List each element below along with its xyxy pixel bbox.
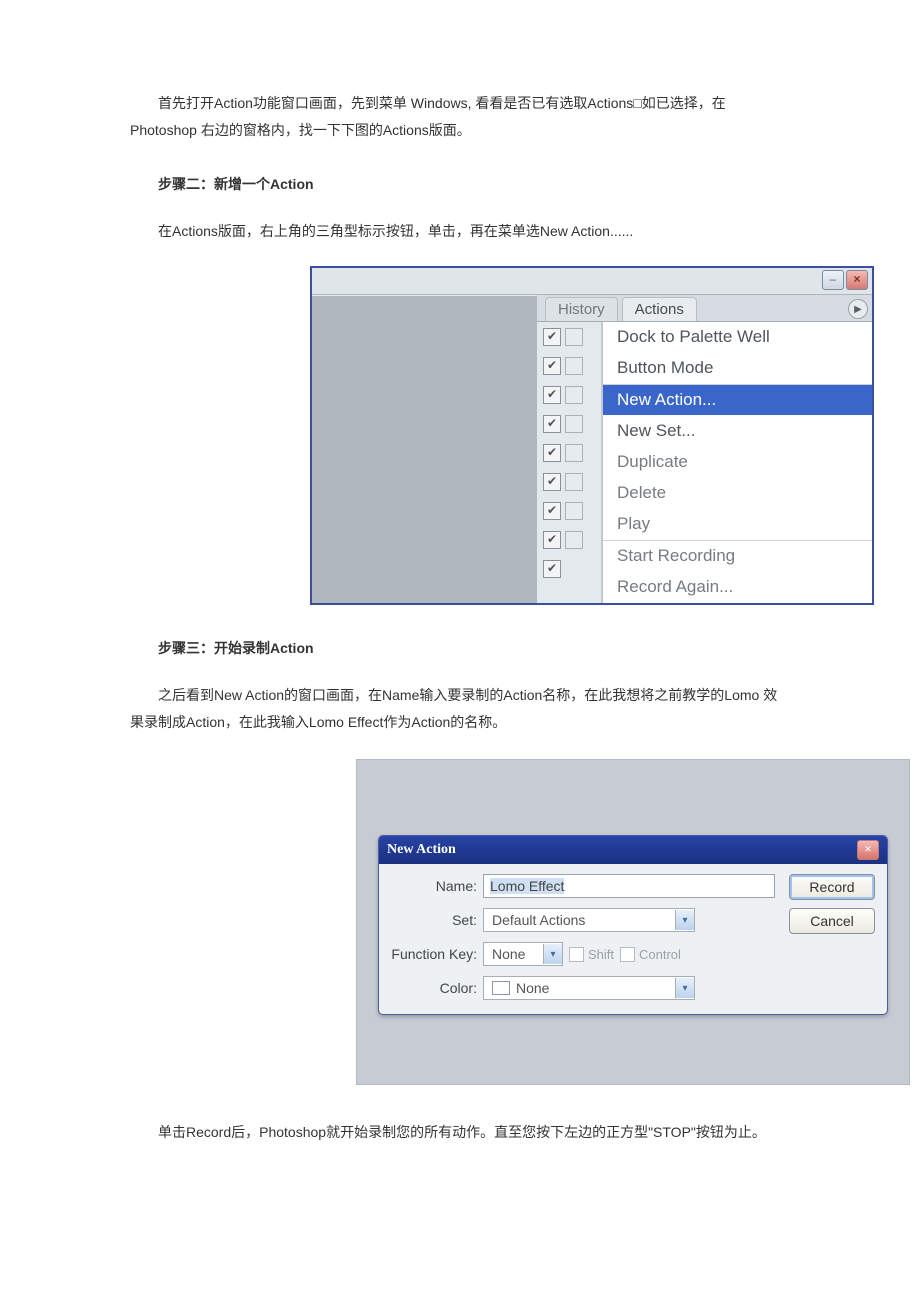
paragraph-outro: 单击Record后，Photoshop就开始录制您的所有动作。直至您按下左边的正… <box>130 1119 790 1146</box>
toggle-icon[interactable] <box>565 386 583 404</box>
check-icon[interactable]: ✔ <box>543 386 561 404</box>
menu-duplicate: Duplicate <box>603 447 872 478</box>
panel-menu-icon[interactable]: ▶ <box>848 299 868 319</box>
check-icon[interactable]: ✔ <box>543 502 561 520</box>
color-value: None <box>516 980 549 996</box>
label-function-key: Function Key: <box>391 946 483 962</box>
menu-button-mode[interactable]: Button Mode <box>603 353 872 384</box>
step-2-title: 步骤二：新增一个Action <box>130 171 790 198</box>
toggle-icon[interactable] <box>565 328 583 346</box>
tab-history[interactable]: History <box>545 297 618 321</box>
toggle-icon[interactable] <box>565 444 583 462</box>
tab-actions[interactable]: Actions <box>622 297 697 321</box>
cancel-button[interactable]: Cancel <box>789 908 875 934</box>
panel-empty-area <box>312 296 537 603</box>
toggle-icon[interactable] <box>565 473 583 491</box>
figure-actions-panel: – × History Actions ▶ ✔ ✔ ✔ ✔ ✔ ✔ ✔ <box>310 266 874 605</box>
label-name: Name: <box>391 878 483 894</box>
close-icon[interactable]: × <box>846 270 868 290</box>
dialog-titlebar: New Action × <box>379 836 887 864</box>
checkbox-icon <box>620 947 635 962</box>
control-checkbox: Control <box>620 947 681 962</box>
panel-tab-bar: History Actions ▶ <box>537 295 872 322</box>
shift-checkbox: Shift <box>569 947 614 962</box>
function-key-value: None <box>484 946 543 962</box>
check-icon[interactable]: ✔ <box>543 531 561 549</box>
check-icon[interactable]: ✔ <box>543 328 561 346</box>
check-icon[interactable]: ✔ <box>543 444 561 462</box>
menu-new-set[interactable]: New Set... <box>603 416 872 447</box>
record-button[interactable]: Record <box>789 874 875 900</box>
checkbox-icon <box>569 947 584 962</box>
menu-dock[interactable]: Dock to Palette Well <box>603 322 872 353</box>
check-icon[interactable]: ✔ <box>543 473 561 491</box>
chevron-down-icon[interactable]: ▾ <box>675 978 694 998</box>
set-value: Default Actions <box>484 912 675 928</box>
step-3-title: 步骤三：开始录制Action <box>130 635 790 662</box>
toggle-icon[interactable] <box>565 531 583 549</box>
name-input[interactable]: Lomo Effect <box>483 874 775 898</box>
step-2-text: 在Actions版面，右上角的三角型标示按钮，单击，再在菜单选New Actio… <box>130 218 790 245</box>
step-3-text: 之后看到New Action的窗口画面，在Name输入要录制的Action名称，… <box>130 682 790 735</box>
color-select[interactable]: None ▾ <box>483 976 695 1000</box>
new-action-dialog: New Action × Name: Lomo Effect Set: Defa… <box>378 835 888 1015</box>
check-icon[interactable]: ✔ <box>543 415 561 433</box>
check-icon[interactable]: ✔ <box>543 357 561 375</box>
function-key-select[interactable]: None ▾ <box>483 942 563 966</box>
menu-delete: Delete <box>603 478 872 509</box>
color-swatch-icon <box>492 981 510 995</box>
panel-context-menu: Dock to Palette Well Button Mode New Act… <box>602 322 872 603</box>
close-icon[interactable]: × <box>857 840 879 860</box>
toggle-icon[interactable] <box>565 415 583 433</box>
panel-check-column: ✔ ✔ ✔ ✔ ✔ ✔ ✔ ✔ ✔ <box>537 322 602 603</box>
dialog-title: New Action <box>387 842 456 858</box>
menu-start-recording: Start Recording <box>603 540 872 572</box>
menu-record-again: Record Again... <box>603 572 872 603</box>
chevron-down-icon[interactable]: ▾ <box>675 910 694 930</box>
figure-new-action-dialog: New Action × Name: Lomo Effect Set: Defa… <box>356 759 910 1085</box>
set-select[interactable]: Default Actions ▾ <box>483 908 695 932</box>
menu-play: Play <box>603 509 872 540</box>
label-set: Set: <box>391 912 483 928</box>
paragraph-intro: 首先打开Action功能窗口画面，先到菜单 Windows, 看看是否已有选取A… <box>130 90 790 143</box>
toggle-icon[interactable] <box>565 502 583 520</box>
label-color: Color: <box>391 980 483 996</box>
check-icon[interactable]: ✔ <box>543 560 561 578</box>
minimize-icon[interactable]: – <box>822 270 844 290</box>
chevron-down-icon[interactable]: ▾ <box>543 944 562 964</box>
menu-new-action[interactable]: New Action... <box>603 384 872 416</box>
toggle-icon[interactable] <box>565 357 583 375</box>
window-titlebar: – × <box>312 268 872 295</box>
